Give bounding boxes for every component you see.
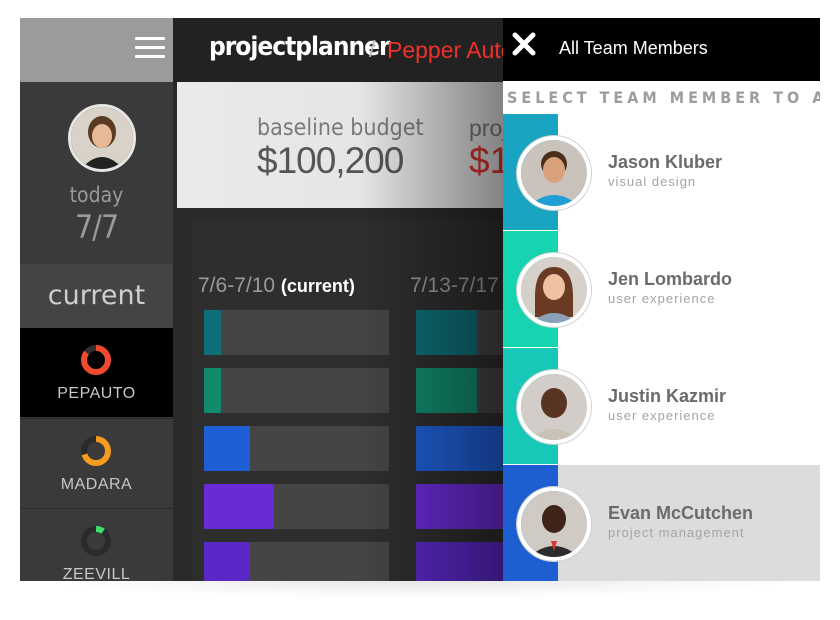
projected-budget-label: proj [469,115,508,141]
baseline-budget-label: baseline budget [257,115,424,141]
task-bar-fill [204,368,221,413]
team-member-justin-kazmir[interactable]: Justin Kazmir user experience [503,348,820,464]
member-name: Jason Kluber [608,152,723,172]
task-bar-fill [416,426,509,471]
team-member-jason-kluber[interactable]: Jason Kluber visual design [503,114,820,230]
member-name: Jen Lombardo [608,269,733,289]
task-bar-fill [416,310,478,355]
current-heading: current [20,264,173,328]
member-role: user experience [608,408,716,423]
sidebar-item-zeevill[interactable]: ZEEVILL [20,508,173,581]
week-title-current: 7/6-7/10 (current) [198,274,355,298]
task-bar-fill [204,426,251,471]
avatar [517,487,591,561]
team-member-evan-mccutchen[interactable]: Evan McCutchen project management [503,465,820,581]
member-name: Evan McCutchen [608,503,754,523]
drawer-header: All Team Members [503,18,820,81]
sidebar-top [20,18,173,82]
avatar [517,370,591,444]
sidebar: today 7/7 current PEPAUTO MADARA ZEEVILL [20,18,173,581]
member-role: visual design [608,174,697,189]
task-bar[interactable] [204,310,389,355]
task-bar-fill [416,368,478,413]
today-date: 7/7 [74,208,119,246]
app-logo[interactable]: projectplanner [209,32,391,62]
current-week-tag: (current) [280,276,355,296]
menu-icon[interactable] [135,35,165,59]
close-icon[interactable] [511,31,537,57]
baseline-budget-value: $100,200 [257,140,404,181]
project-name: MADARA [60,476,133,493]
week-title-next: 7/13-7/17 [410,274,499,298]
member-role: project management [608,525,745,540]
today-label: today [69,183,124,207]
avatar [517,253,591,327]
project-name: ZEEVILL [62,566,131,581]
team-member-jen-lombardo[interactable]: Jen Lombardo user experience [503,231,820,347]
project-name: PEPAUTO [57,385,136,402]
task-bar[interactable] [204,484,389,529]
app-frame: today 7/7 current PEPAUTO MADARA ZEEVILL [20,18,820,581]
member-name: Justin Kazmir [608,386,727,406]
team-member-drawer: All Team Members SELECT TEAM MEMBER TO A… [503,18,820,581]
task-bar[interactable] [204,426,389,471]
sidebar-item-pepauto[interactable]: PEPAUTO [20,328,173,417]
member-role: user experience [608,291,716,306]
week-range: 7/13-7/17 [410,274,499,297]
task-bar-fill [204,310,221,355]
avatar[interactable] [68,104,136,172]
progress-ring-icon [81,436,111,466]
breadcrumb-separator: / [369,36,376,62]
progress-ring-icon [81,345,111,375]
task-bar-fill [204,484,275,529]
avatar [517,136,591,210]
breadcrumb-project[interactable]: Pepper Auto [387,37,514,64]
drawer-title: All Team Members [559,38,708,58]
task-bar[interactable] [204,542,389,581]
frame-shadow [40,580,800,598]
week-range: 7/6-7/10 [198,274,276,297]
select-team-member-label: SELECT TEAM MEMBER TO ADD [507,88,820,107]
task-bar-fill [204,542,251,581]
sidebar-item-madara[interactable]: MADARA [20,418,173,508]
progress-ring-icon [81,526,111,556]
task-bar[interactable] [204,368,389,413]
